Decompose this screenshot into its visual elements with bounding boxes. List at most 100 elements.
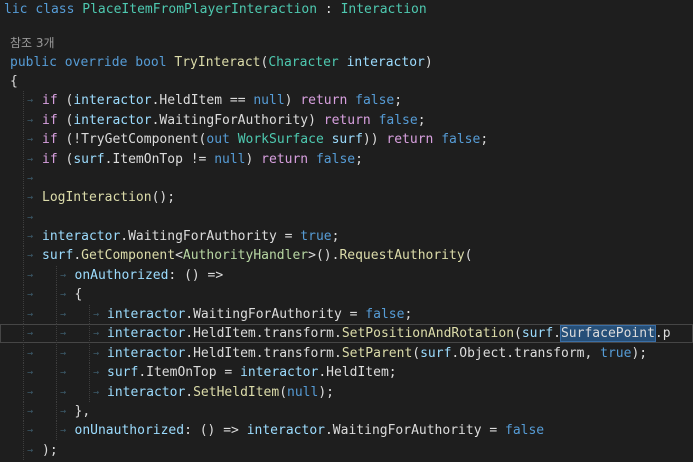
code-line: → if (surf.ItemOnTop != null) return fals… <box>0 150 693 169</box>
code-token: SetParent <box>341 346 413 361</box>
tab-arrow-icon: → <box>27 212 34 223</box>
codelens-label[interactable]: 참조 3개 <box>10 34 55 53</box>
code-token: interactor <box>107 385 186 400</box>
code-line: → → onUnauthorized: () => interactor.Waiti… <box>0 421 693 440</box>
code-token: interactor <box>73 113 152 128</box>
tab-arrow-icon: → <box>27 309 34 320</box>
code-token: : () => <box>184 423 247 438</box>
indent-guide <box>23 285 24 304</box>
indent-guide <box>56 266 57 285</box>
tab-arrow-icon: → <box>27 115 34 126</box>
code-line: → interactor.WaitingForAuthority = true; <box>0 227 693 246</box>
code-line: → <box>0 169 693 188</box>
code-text: onAuthorized: () => <box>75 266 224 285</box>
code-token: ) <box>424 55 433 70</box>
tab-arrow-icon: → <box>27 289 34 300</box>
code-line: → → → interactor.HeldItem.transform.SetPosi… <box>0 324 693 343</box>
code-token: (!TryGetComponent( <box>65 132 207 147</box>
indent-guide <box>23 402 24 421</box>
code-token: .p <box>654 326 671 341</box>
code-token: return <box>323 113 379 128</box>
code-text: if (!TryGetComponent(out WorkSurface sur… <box>42 130 488 149</box>
tab-arrow-icon: → <box>27 173 34 184</box>
code-token: PlaceItemFromPlayerInteraction <box>82 2 318 17</box>
codelens-references[interactable]: 참조 3개 <box>0 34 693 53</box>
code-text: if (interactor.WaitingForAuthority) retu… <box>42 111 426 130</box>
indent-guide <box>23 150 24 169</box>
code-line: → →}, <box>0 402 693 421</box>
code-token: surf <box>331 132 363 147</box>
code-token: }, <box>74 404 91 419</box>
code-line: { <box>0 72 693 91</box>
code-token: if <box>42 152 66 167</box>
code-token: (); <box>151 190 176 205</box>
code-token: ); <box>631 346 648 361</box>
code-token: ); <box>42 443 58 458</box>
code-token: if <box>42 132 66 147</box>
tab-arrow-icon: → <box>93 348 100 359</box>
code-token: < <box>175 248 183 263</box>
tab-arrow-icon: → <box>60 328 67 339</box>
code-token: RequestAuthority <box>339 248 465 263</box>
selected-token: SurfacePoint <box>559 325 656 342</box>
code-token: { <box>74 287 83 302</box>
code-text: { <box>75 285 83 304</box>
code-token: override <box>64 55 136 70</box>
indent-guide <box>23 208 24 227</box>
code-token: true <box>300 229 332 244</box>
tab-arrow-icon: → <box>27 328 34 339</box>
indent-guide <box>23 91 24 110</box>
code-token: out <box>206 132 238 147</box>
indent-guide <box>89 324 90 343</box>
tab-arrow-icon: → <box>27 95 34 106</box>
code-token: false <box>378 113 418 128</box>
code-token: ( <box>279 385 288 400</box>
code-token: null <box>287 385 319 400</box>
indent-guide <box>23 324 24 343</box>
tab-arrow-icon: → <box>60 367 67 378</box>
code-token: public <box>10 55 65 70</box>
code-token: .ItemOnTop != <box>104 152 215 167</box>
tab-arrow-icon: → <box>27 445 34 456</box>
code-line: → → → interactor.HeldItem.transform.SetPare… <box>0 344 693 363</box>
code-token: interactor <box>240 365 319 380</box>
code-token: .HeldItem.transform. <box>185 346 342 361</box>
indent-guide <box>56 285 57 304</box>
code-line: → if (interactor.WaitingForAuthority) ret… <box>0 111 693 130</box>
code-token: interactor <box>107 326 186 341</box>
code-editor[interactable]: lic class PlaceItemFromPlayerInteraction… <box>0 0 693 462</box>
indent-guide <box>23 363 24 382</box>
code-text: LogInteraction(); <box>42 188 175 207</box>
code-token: interactor <box>107 346 186 361</box>
code-token: interactor <box>73 93 152 108</box>
code-line: → surf.GetComponent<AuthorityHandler>().R… <box>0 246 693 265</box>
code-line: → → → surf.ItemOnTop = interactor.HeldItem; <box>0 363 693 382</box>
code-token: return <box>261 152 316 167</box>
code-line: → → onAuthorized: () => <box>0 266 693 285</box>
indent-guide <box>56 402 57 421</box>
code-text: { <box>10 72 18 91</box>
code-token: { <box>10 74 18 89</box>
code-line: → LogInteraction(); <box>0 188 693 207</box>
tab-arrow-icon: → <box>93 387 100 398</box>
code-token: class <box>35 2 83 17</box>
indent-guide <box>56 383 57 402</box>
code-token: .HeldItem; <box>318 365 397 380</box>
tab-arrow-icon: → <box>27 367 34 378</box>
tab-arrow-icon: → <box>27 425 34 436</box>
code-token: . <box>185 385 194 400</box>
tab-arrow-icon: → <box>60 289 67 300</box>
indent-guide <box>23 344 24 363</box>
code-text: interactor.WaitingForAuthority = true; <box>42 227 339 246</box>
code-token: .WaitingForAuthority) <box>151 113 324 128</box>
code-token: ; <box>417 113 426 128</box>
code-token: .WaitingForAuthority = <box>324 423 505 438</box>
code-token: interactor <box>246 423 325 438</box>
indent-guide <box>23 111 24 130</box>
code-token: null <box>214 152 246 167</box>
indent-guide <box>89 305 90 324</box>
code-line: → <box>0 208 693 227</box>
indent-guide <box>56 324 57 343</box>
code-text: onUnauthorized: () => interactor.Waiting… <box>75 421 545 440</box>
tab-arrow-icon: → <box>27 270 34 281</box>
